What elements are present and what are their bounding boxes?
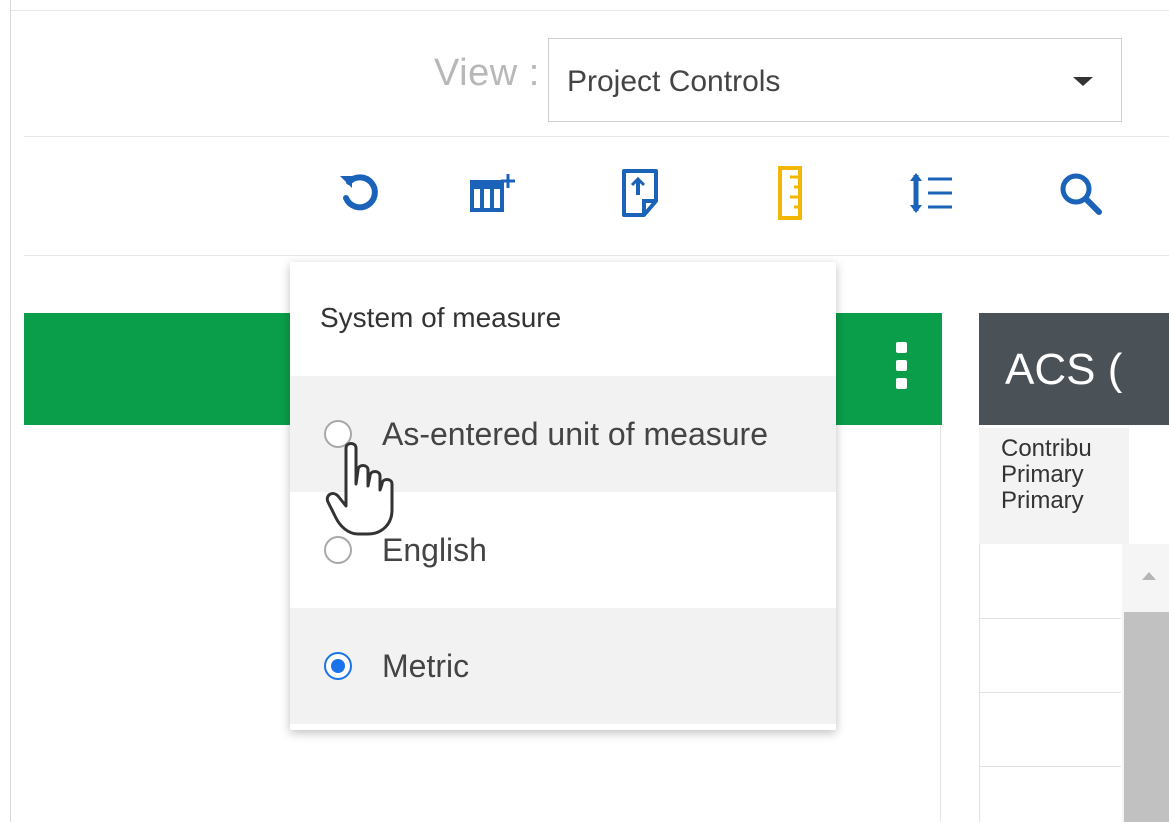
radio-metric[interactable]: [324, 652, 352, 680]
view-label: View :: [434, 52, 540, 94]
scrollbar-thumb[interactable]: [1124, 612, 1169, 822]
radio-english[interactable]: [324, 536, 352, 564]
chevron-down-icon: [1073, 77, 1093, 86]
view-row: View : Project Controls: [24, 24, 1169, 137]
columns-button[interactable]: [462, 163, 522, 223]
acs-grid-line: [979, 544, 980, 822]
window-left-edge: [0, 0, 11, 822]
option-label: As-entered unit of measure: [382, 416, 768, 452]
table-row: [979, 766, 1121, 767]
line-height-button[interactable]: [902, 163, 962, 223]
panel-divider: [940, 425, 941, 822]
window-top-edge: [0, 0, 1169, 11]
search-icon: [1060, 173, 1102, 215]
acs-panel-header: ACS (: [979, 313, 1169, 425]
refresh-button[interactable]: [330, 163, 390, 223]
hand-cursor-icon: [325, 442, 394, 536]
refresh-icon: [340, 174, 378, 211]
table-row: [979, 692, 1121, 693]
table-row: [979, 618, 1121, 619]
line-height-icon: [910, 173, 952, 213]
acs-column-line: Primary: [1001, 461, 1084, 488]
view-dropdown-value: Project Controls: [567, 65, 781, 98]
popup-title: System of measure: [320, 302, 562, 333]
option-label: Metric: [382, 648, 470, 684]
document-button[interactable]: [610, 163, 670, 223]
acs-column-header: Contribu Primary Primary: [979, 428, 1129, 544]
kebab-menu-icon[interactable]: [894, 342, 908, 396]
ruler-button[interactable]: [760, 163, 820, 223]
toolbar: [24, 137, 1169, 256]
ruler-icon: [778, 166, 802, 220]
acs-column-line: Contribu: [1001, 435, 1092, 462]
option-metric[interactable]: Metric: [290, 608, 836, 724]
search-button[interactable]: [1050, 163, 1110, 223]
columns-icon: [470, 174, 515, 212]
document-icon: [622, 169, 658, 217]
view-dropdown[interactable]: Project Controls: [548, 38, 1122, 122]
acs-column-line: Primary: [1001, 487, 1084, 514]
scroll-up-arrow-icon[interactable]: [1142, 572, 1156, 580]
acs-panel-title: ACS (: [1005, 345, 1123, 394]
